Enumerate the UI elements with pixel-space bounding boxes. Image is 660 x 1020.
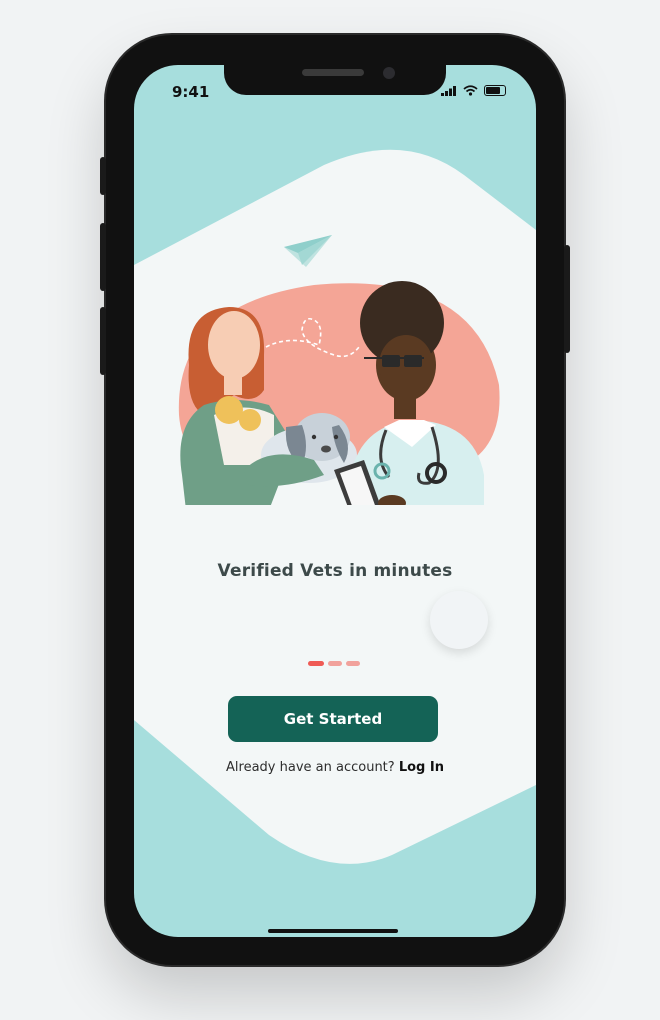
login-link[interactable]: Log In	[399, 760, 444, 775]
signal-icon	[441, 85, 456, 96]
get-started-button[interactable]: Get Started	[228, 696, 438, 742]
home-indicator[interactable]	[268, 929, 398, 933]
status-icons	[441, 85, 506, 96]
app-screen: 9:41 Verified Vets in minutes Get Starte…	[134, 65, 536, 937]
status-time: 9:41	[172, 83, 210, 101]
speaker	[302, 69, 364, 76]
page-indicator	[308, 661, 360, 666]
account-prompt-text: Already have an account?	[226, 760, 395, 775]
paper-plane-icon	[284, 235, 332, 267]
phone-frame: 9:41 Verified Vets in minutes Get Starte…	[100, 35, 570, 965]
page-dot-active[interactable]	[308, 661, 324, 666]
mute-switch	[100, 157, 106, 195]
power-button	[564, 245, 570, 353]
vet-illustration	[178, 235, 500, 505]
battery-icon	[484, 85, 506, 96]
notch	[224, 65, 446, 95]
onboarding-title: Verified Vets in minutes	[217, 561, 453, 581]
login-prompt: Already have an account? Log In	[134, 760, 536, 775]
wifi-icon	[463, 85, 478, 96]
floating-touch-indicator	[430, 591, 488, 649]
page-dot[interactable]	[346, 661, 360, 666]
page-dot[interactable]	[328, 661, 342, 666]
front-camera	[383, 67, 395, 79]
volume-up-button	[100, 223, 106, 291]
volume-down-button	[100, 307, 106, 375]
